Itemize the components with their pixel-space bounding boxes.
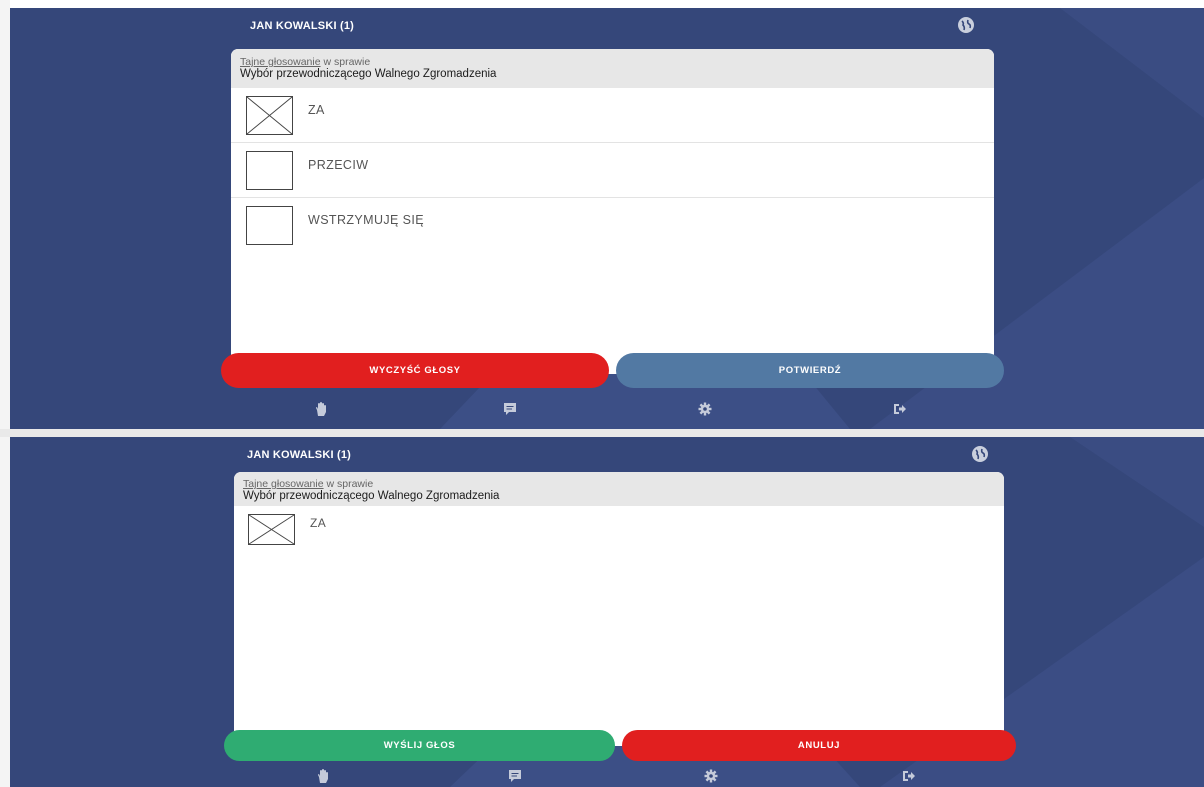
chat-icon[interactable]	[507, 768, 523, 784]
vote-type-line: Tajne głosowanie w sprawie	[240, 56, 985, 68]
vote-option-wstrzymuje[interactable]: WSTRZYMUJĘ SIĘ	[231, 198, 994, 253]
left-edge-strip	[0, 437, 10, 787]
ballot-header: Tajne głosowanie w sprawie Wybór przewod…	[231, 49, 994, 88]
vote-type-suffix: w sprawie	[323, 478, 374, 490]
checkbox-checked[interactable]	[246, 96, 293, 135]
checkbox-unchecked[interactable]	[246, 206, 293, 245]
hand-icon[interactable]	[313, 401, 329, 417]
gear-icon[interactable]	[697, 401, 713, 417]
option-label: ZA	[310, 516, 327, 530]
vote-type-link[interactable]: Tajne głosowanie	[240, 56, 321, 68]
bottom-nav	[10, 401, 1204, 421]
vote-option-przeciw[interactable]: PRZECIW	[231, 143, 994, 198]
option-label: ZA	[308, 103, 325, 117]
globe-icon[interactable]	[972, 446, 988, 462]
vote-subject: Wybór przewodniczącego Walnego Zgromadze…	[240, 68, 497, 80]
option-label: WSTRZYMUJĘ SIĘ	[308, 213, 425, 227]
ballot-card: Tajne głosowanie w sprawie Wybór przewod…	[234, 472, 1004, 746]
voting-screen-confirm: JAN KOWALSKI (1) Tajne głosowanie w spra…	[10, 437, 1204, 787]
checkbox-checked	[248, 514, 295, 545]
cancel-button[interactable]: ANULUJ	[622, 730, 1016, 761]
left-edge-strip	[0, 0, 10, 437]
vote-type-line: Tajne głosowanie w sprawie	[243, 478, 995, 490]
gear-icon[interactable]	[703, 768, 719, 784]
logout-icon[interactable]	[901, 768, 917, 784]
logout-icon[interactable]	[892, 401, 908, 417]
vote-type-link[interactable]: Tajne głosowanie	[243, 478, 324, 490]
checkbox-unchecked[interactable]	[246, 151, 293, 190]
confirm-button[interactable]: POTWIERDŹ	[616, 353, 1004, 388]
ballot-header: Tajne głosowanie w sprawie Wybór przewod…	[234, 472, 1004, 506]
globe-icon[interactable]	[958, 17, 974, 33]
option-label: PRZECIW	[308, 158, 369, 172]
bottom-nav	[10, 768, 1204, 787]
selected-option-za: ZA	[234, 506, 1004, 554]
vote-type-suffix: w sprawie	[320, 56, 371, 68]
screenshot-divider	[0, 429, 1204, 437]
voting-screen-select: JAN KOWALSKI (1) Tajne głosowanie w spra…	[10, 8, 1204, 429]
send-vote-button[interactable]: WYŚLIJ GŁOS	[224, 730, 615, 761]
chat-icon[interactable]	[502, 401, 518, 417]
user-name: JAN KOWALSKI (1)	[247, 449, 352, 461]
clear-votes-button[interactable]: WYCZYŚĆ GŁOSY	[221, 353, 609, 388]
vote-subject: Wybór przewodniczącego Walnego Zgromadze…	[243, 490, 500, 502]
user-name: JAN KOWALSKI (1)	[250, 20, 355, 32]
hand-icon[interactable]	[315, 768, 331, 784]
vote-option-za[interactable]: ZA	[231, 88, 994, 143]
ballot-card: Tajne głosowanie w sprawie Wybór przewod…	[231, 49, 994, 374]
